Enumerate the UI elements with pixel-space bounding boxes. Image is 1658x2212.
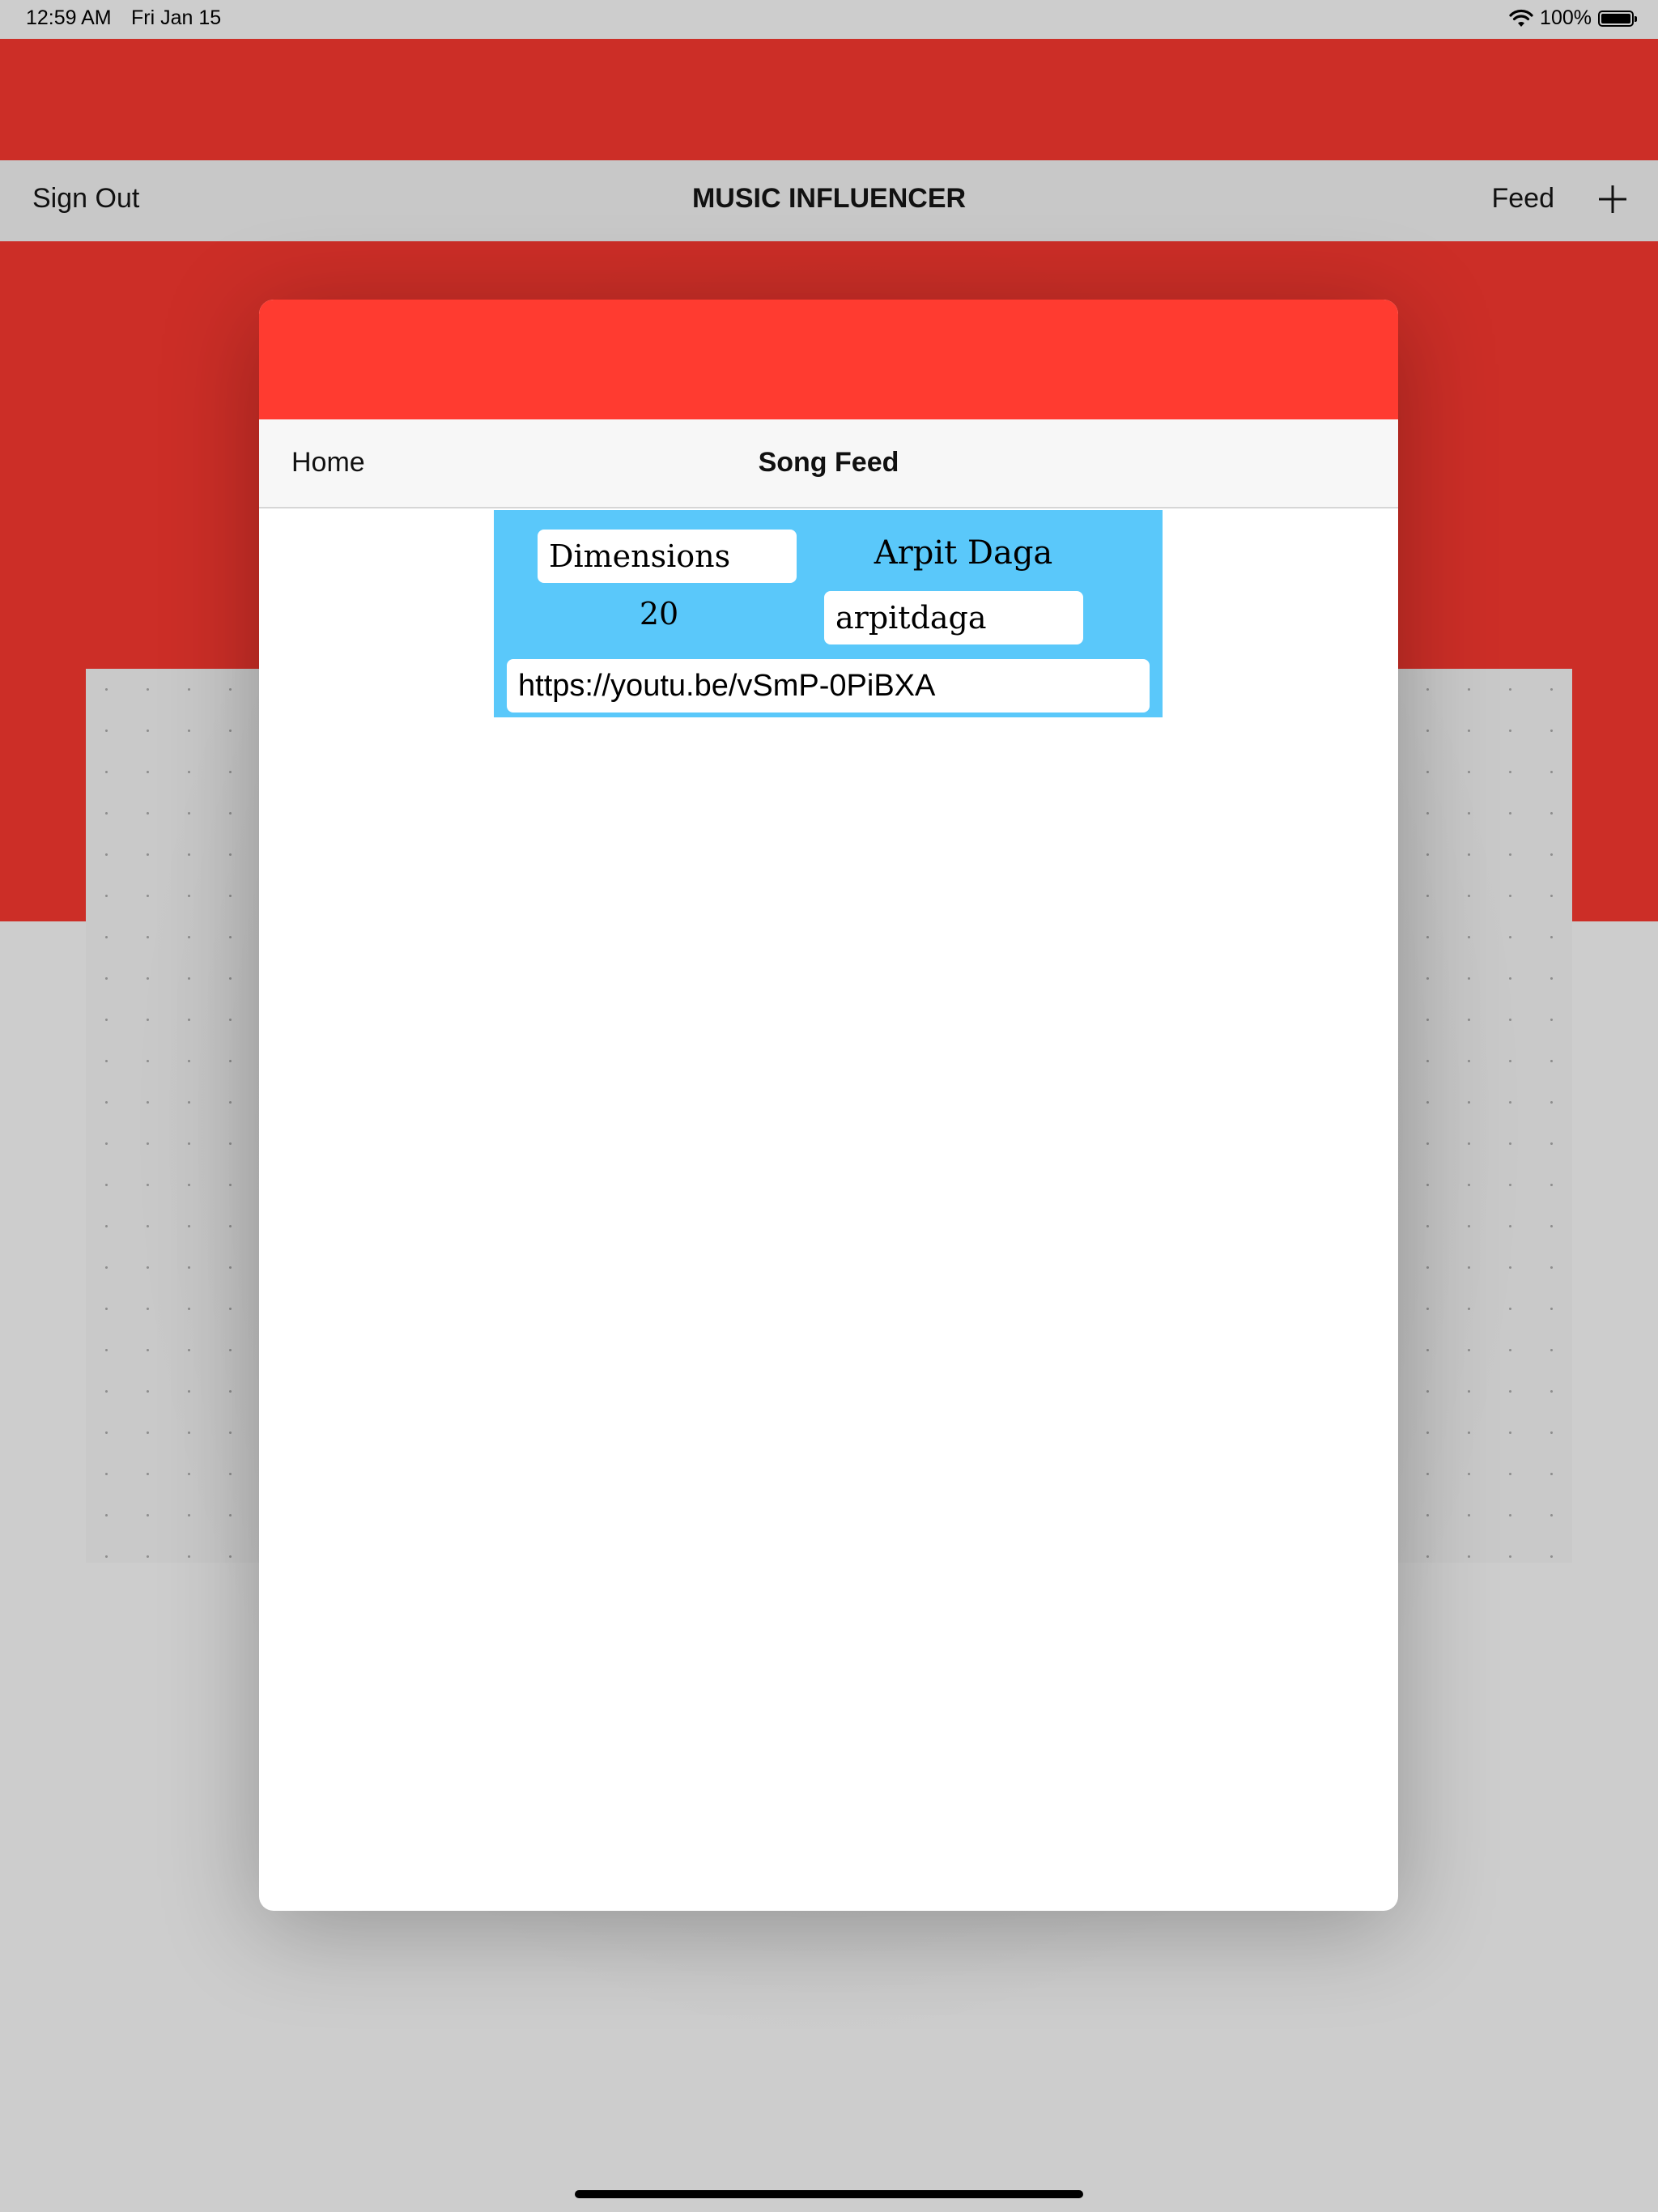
status-indicators: 100% (1509, 6, 1637, 30)
wifi-icon (1509, 9, 1533, 27)
sheet-title: Song Feed (758, 447, 899, 478)
battery-percent: 100% (1540, 6, 1592, 29)
count-label: 20 (639, 596, 679, 632)
status-time: 12:59 AM (26, 6, 112, 29)
sheet-navigation-bar: Home Song Feed (259, 419, 1398, 508)
song-feed-sheet: Home Song Feed Dimensions Arpit Daga 20 … (259, 300, 1398, 1911)
artist-handle-field[interactable]: arpitdaga (824, 591, 1083, 644)
battery-icon (1598, 10, 1637, 27)
song-cell[interactable]: Dimensions Arpit Daga 20 arpitdaga https… (494, 510, 1163, 717)
home-indicator[interactable] (575, 2190, 1083, 2198)
plus-icon[interactable] (1596, 183, 1629, 215)
app-title: MUSIC INFLUENCER (691, 183, 967, 214)
battery-fill (1601, 13, 1630, 23)
sheet-header-banner (259, 300, 1398, 419)
feed-button[interactable]: Feed (1492, 183, 1555, 215)
artist-name-label: Arpit Daga (874, 534, 1053, 572)
song-name-field[interactable]: Dimensions (538, 530, 797, 583)
song-link-field[interactable]: https://youtu.be/vSmP-0PiBXA (507, 659, 1150, 713)
app-header-banner (0, 39, 1658, 160)
status-date: Fri Jan 15 (131, 6, 222, 29)
status-bar: 12:59 AM Fri Jan 15 100% (0, 0, 1658, 39)
